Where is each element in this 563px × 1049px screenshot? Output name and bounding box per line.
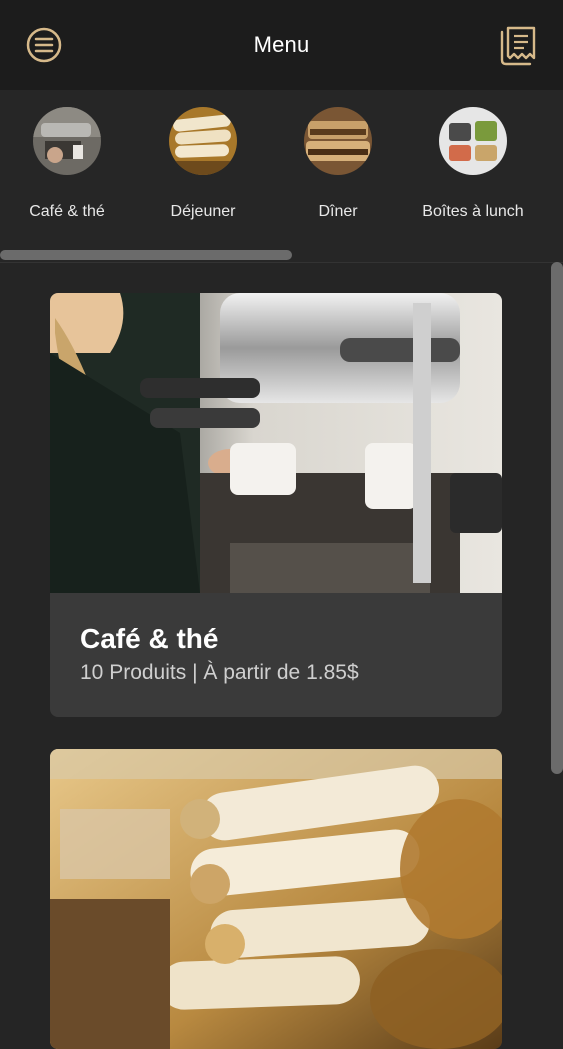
category-card-dejeuner[interactable] [50,749,502,1049]
card-info: Café & thé 10 Produits | À partir de 1.8… [50,593,502,715]
category-label: Déjeuner [170,203,236,220]
card-meta: 10 Produits | À partir de 1.85$ [80,661,359,684]
category-cafe-the[interactable]: Café & thé [0,107,137,221]
card-photo [50,293,502,593]
card-title: Café & thé [80,623,219,654]
page-title: Menu [253,32,310,57]
category-label: Dîner [318,203,358,220]
receipt-icon[interactable] [500,24,540,66]
category-thumbnail [33,107,101,175]
category-label: Boîtes à lunch [422,203,524,220]
category-strip: Café & thé Déjeuner Dîner Boîtes à lunch [0,90,563,263]
vertical-scrollbar[interactable] [551,262,563,774]
category-thumbnail [439,107,507,175]
category-card-cafe-the[interactable]: Café & thé 10 Produits | À partir de 1.8… [50,293,502,717]
horizontal-scrollbar[interactable] [0,250,292,260]
top-app-bar: Menu [0,0,563,90]
category-thumbnail [304,107,372,175]
card-photo [50,749,502,1049]
category-thumbnail [169,107,237,175]
category-dejeuner[interactable]: Déjeuner [133,107,273,221]
category-label: Café & thé [29,203,105,220]
category-boites-a-lunch[interactable]: Boîtes à lunch [403,107,543,221]
category-diner[interactable]: Dîner [268,107,408,221]
